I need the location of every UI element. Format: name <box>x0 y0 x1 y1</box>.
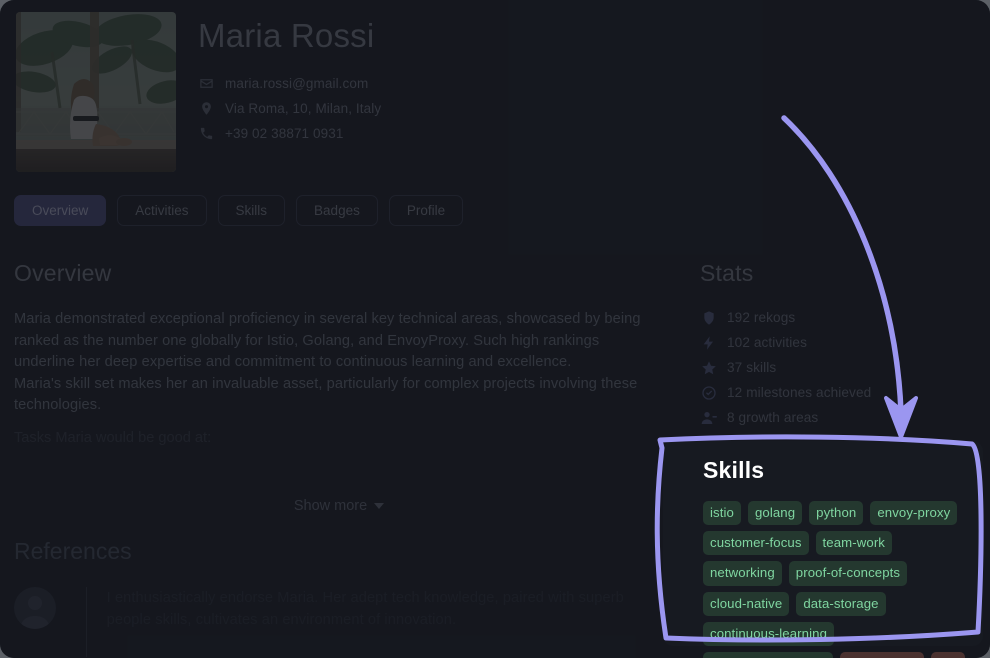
tab-skills[interactable]: Skills <box>218 195 286 226</box>
show-more-button[interactable]: Show more <box>14 498 664 514</box>
contact-email-value: maria.rossi@gmail.com <box>225 76 368 91</box>
skill-tag[interactable]: customer-focus <box>703 531 809 555</box>
skill-tag[interactable]: envoy-proxy <box>870 501 957 525</box>
envelope-icon <box>198 76 214 92</box>
avatar <box>14 587 56 629</box>
badge-icon <box>700 309 717 326</box>
skill-tag[interactable]: data-storage <box>796 592 885 616</box>
skill-tag[interactable]: networking <box>703 561 782 585</box>
reference-divider <box>86 587 87 657</box>
stat-skills: 37 skills <box>700 359 980 376</box>
skills-card: Skills istio golang python envoy-proxy custo… <box>663 441 983 646</box>
contact-phone-row: +39 02 38871 0931 <box>198 126 381 142</box>
overview-body: Maria demonstrated exceptional proficien… <box>14 309 664 417</box>
show-more-label: Show more <box>294 498 367 514</box>
stats-list: 192 rekogs 102 activities 37 skills 12 m… <box>700 309 980 426</box>
skill-tag[interactable]: cloud-native <box>703 592 789 616</box>
stat-activities-label: 102 activities <box>727 335 807 350</box>
references-heading: References <box>14 538 664 565</box>
skill-tag[interactable]: consistency <box>840 652 924 658</box>
stats-heading: Stats <box>700 260 980 287</box>
stat-skills-label: 37 skills <box>727 360 776 375</box>
skill-tag[interactable]: continuous-learning <box>703 622 834 646</box>
check-badge-icon <box>700 384 717 401</box>
skills-heading: Skills <box>703 459 967 482</box>
lightning-bolt-icon <box>700 334 717 351</box>
tab-profile[interactable]: Profile <box>389 195 463 226</box>
references-section: References I enthusiastically endorse Ma… <box>14 538 664 658</box>
stat-activities: 102 activities <box>700 334 980 351</box>
contact-list: maria.rossi@gmail.com Via Roma, 10, Mila… <box>198 76 381 142</box>
skill-tag[interactable]: golang <box>748 501 802 525</box>
contact-phone-value: +39 02 38871 0931 <box>225 126 343 141</box>
reference-item: I enthusiastically endorse Maria. Her ad… <box>14 587 664 657</box>
reference-text: I enthusiastically endorse Maria. Her ad… <box>107 587 664 631</box>
skill-tag[interactable]: python <box>809 501 863 525</box>
person-minus-icon <box>700 409 717 426</box>
tab-overview[interactable]: Overview <box>14 195 106 226</box>
profile-header: Maria Rossi maria.rossi@gmail.com Via Ro… <box>16 12 381 172</box>
tab-badges[interactable]: Badges <box>296 195 378 226</box>
profile-page: Maria Rossi maria.rossi@gmail.com Via Ro… <box>0 0 990 658</box>
skill-tag[interactable]: istio <box>703 501 741 525</box>
stat-rekogs: 192 rekogs <box>700 309 980 326</box>
star-icon <box>700 359 717 376</box>
profile-avatar-photo <box>16 12 176 172</box>
stat-growth-areas: 8 growth areas <box>700 409 980 426</box>
overview-tasks-line: Tasks Maria would be good at: <box>14 428 664 450</box>
contact-address-row: Via Roma, 10, Milan, Italy <box>198 101 381 117</box>
overview-paragraph-2: Maria's skill set makes her an invaluabl… <box>14 374 664 417</box>
stat-growth-areas-label: 8 growth areas <box>727 410 818 425</box>
phone-icon <box>198 126 214 142</box>
overview-heading: Overview <box>14 260 664 287</box>
stats-column: Stats 192 rekogs 102 activities 37 skill… <box>700 260 980 426</box>
skill-tag[interactable]: css <box>931 652 965 658</box>
stat-milestones: 12 milestones achieved <box>700 384 980 401</box>
skills-tag-list: istio golang python envoy-proxy customer-foc… <box>703 501 965 658</box>
chevron-down-icon <box>374 503 384 509</box>
overview-column: Overview Maria demonstrated exceptional … <box>14 260 664 449</box>
stat-rekogs-label: 192 rekogs <box>727 310 795 325</box>
skill-tag[interactable]: team-work <box>816 531 892 555</box>
stat-milestones-label: 12 milestones achieved <box>727 385 871 400</box>
map-pin-icon <box>198 101 214 117</box>
contact-email-row: maria.rossi@gmail.com <box>198 76 381 92</box>
page-title: Maria Rossi <box>198 16 381 56</box>
skill-tag[interactable]: distributed-systems <box>703 652 833 658</box>
tab-activities[interactable]: Activities <box>117 195 206 226</box>
skill-tag[interactable]: proof-of-concepts <box>789 561 907 585</box>
overview-paragraph-1: Maria demonstrated exceptional proficien… <box>14 309 664 374</box>
profile-identity: Maria Rossi maria.rossi@gmail.com Via Ro… <box>198 12 381 172</box>
contact-address-value: Via Roma, 10, Milan, Italy <box>225 101 381 116</box>
profile-tabs: Overview Activities Skills Badges Profil… <box>14 195 463 226</box>
